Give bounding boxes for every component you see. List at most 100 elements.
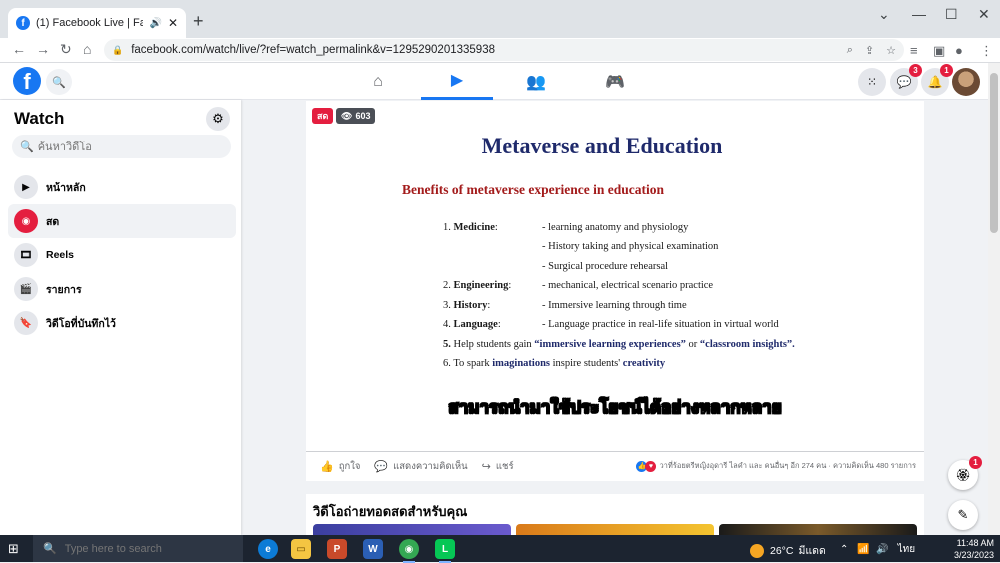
weather-desc: มีแดด xyxy=(798,545,826,557)
sidebar-item-shows[interactable]: 🎬 รายการ xyxy=(8,272,236,306)
slide-item-medicine: 1. Medicine: xyxy=(443,222,498,233)
slide-item-history-value: - Immersive learning through time xyxy=(542,300,687,311)
menu-grid-icon[interactable]: ⁙ xyxy=(858,68,886,96)
home-button[interactable]: ⌂ xyxy=(83,41,91,57)
new-tab-button[interactable]: + xyxy=(193,12,204,30)
video-action-bar: 👍 ถูกใจ 💬 แสดงความคิดเห็น ↪ แชร์ 👍 ♥ วาท… xyxy=(306,451,924,481)
page-scrollbar[interactable] xyxy=(988,63,1000,535)
live-videos-section: วิดีโอถ่ายทอดสดสำหรับคุณ xyxy=(306,494,924,535)
video-search-box[interactable]: 🔍 xyxy=(12,135,231,158)
word-icon[interactable]: W xyxy=(363,539,383,559)
scrollbar-thumb[interactable] xyxy=(990,73,998,233)
notifications-bell-icon[interactable]: 🔔 1 xyxy=(921,64,953,96)
close-window-button[interactable]: ✕ xyxy=(978,6,990,23)
reactions-text: วาที่ร้อยตรีหญิงอุดารี ไลคำ และ คนอื่นๆ … xyxy=(659,461,916,470)
settings-gear-icon[interactable]: ⚙ xyxy=(206,107,230,131)
video-thumbnail[interactable] xyxy=(516,524,714,535)
sidebar-item-label: Reels xyxy=(46,249,75,261)
chevron-up-icon[interactable]: ⌃ xyxy=(840,544,848,555)
bookmark-icon: 🔖 xyxy=(14,311,38,335)
viewer-count: 603 xyxy=(355,111,371,121)
back-button[interactable]: ← xyxy=(12,41,26,57)
minimize-button[interactable]: — xyxy=(912,6,926,22)
video-thumbnail[interactable] xyxy=(719,524,917,535)
weather-widget[interactable]: 26°C มีแดด xyxy=(750,542,826,559)
sidebar-item-reels[interactable]: 🎞 Reels xyxy=(8,238,236,272)
slide-subtitle: Benefits of metaverse experience in educ… xyxy=(402,182,665,197)
share-icon[interactable]: ⇪ xyxy=(865,44,874,57)
side-panel-icon[interactable]: ▣ xyxy=(933,43,945,59)
weather-temp: 26°C xyxy=(770,544,794,557)
sidebar-item-home[interactable]: ▶ หน้าหลัก xyxy=(8,170,236,204)
nav-home-icon[interactable]: ⌂ xyxy=(342,63,414,100)
comment-button[interactable]: 💬 แสดงความคิดเห็น xyxy=(374,459,467,474)
maximize-button[interactable]: ☐ xyxy=(945,6,958,23)
live-video-player[interactable]: สด 👁 603 Metaverse and Education Benefit… xyxy=(306,101,924,451)
facebook-favicon-icon: f xyxy=(16,16,30,30)
input-language[interactable]: ไทย xyxy=(898,544,915,555)
profile-icon[interactable]: ● xyxy=(955,43,963,58)
slide-item-history: 3. History: xyxy=(443,300,491,311)
facebook-logo[interactable]: f xyxy=(13,67,41,95)
love-reaction-icon: ♥ xyxy=(645,460,657,472)
search-icon: 🔍 xyxy=(43,543,57,555)
speaker-icon[interactable]: 🔊 xyxy=(149,18,161,29)
edge-icon[interactable]: e xyxy=(258,539,278,559)
nav-watch-icon[interactable]: ▶ xyxy=(421,63,493,100)
lock-icon[interactable]: 🔒 xyxy=(112,45,123,56)
network-icon[interactable]: 📶 xyxy=(857,544,869,555)
powerpoint-icon[interactable]: P xyxy=(327,539,347,559)
slide-item-medicine-value-2: - History taking and physical examinatio… xyxy=(542,241,719,252)
sidebar-item-label: สด xyxy=(46,215,60,228)
messenger-badge: 3 xyxy=(909,64,922,77)
video-thumbnail[interactable] xyxy=(313,524,511,535)
play-icon: ▶ xyxy=(14,175,38,199)
chat-contact-avatar[interactable]: 🏵 1 xyxy=(948,456,982,490)
slide-item-engineering: 2. Engineering: xyxy=(443,280,512,291)
slide-item-language-value: - Language practice in real-life situati… xyxy=(542,319,779,330)
close-tab-icon[interactable]: ✕ xyxy=(168,16,178,30)
video-caption: สามารถนำมาใช้ประโยชน์ได้อย่างหลากหลาย xyxy=(448,398,782,419)
thumbs-up-icon: 👍 xyxy=(320,461,334,473)
nav-gaming-icon[interactable]: 🎮 xyxy=(579,63,651,100)
reading-list-icon[interactable]: ≡ xyxy=(910,43,918,58)
reload-button[interactable]: ↻ xyxy=(60,41,72,58)
file-explorer-icon[interactable]: ▭ xyxy=(291,539,311,559)
sidebar-item-live[interactable]: ◉ สด xyxy=(8,204,236,238)
chrome-icon[interactable]: ◉ xyxy=(399,539,419,563)
share-button[interactable]: ↪ แชร์ xyxy=(482,459,514,474)
slide-item-language: 4. Language: xyxy=(443,319,501,330)
volume-icon[interactable]: 🔊 xyxy=(876,544,888,555)
nav-groups-icon[interactable]: 👥 xyxy=(500,63,572,100)
bookmark-star-icon[interactable]: ☆ xyxy=(886,44,896,57)
seal-icon: 🏵 xyxy=(955,468,971,482)
facebook-search-icon[interactable]: 🔍 xyxy=(46,69,72,95)
taskbar-clock[interactable]: 11:48 AM 3/23/2023 xyxy=(950,537,994,561)
address-toolbar: ← → ↻ ⌂ 🔒 facebook.com/watch/live/?ref=w… xyxy=(0,38,1000,63)
menu-dots-icon[interactable]: ⋮ xyxy=(980,43,993,59)
new-message-button[interactable]: ✎ xyxy=(948,500,978,530)
messenger-icon[interactable]: 💬 3 xyxy=(890,64,922,96)
windows-start-icon[interactable]: ⊞ xyxy=(8,541,19,557)
taskbar-search-input[interactable] xyxy=(64,542,215,555)
video-search-input[interactable] xyxy=(37,140,218,153)
forward-button[interactable]: → xyxy=(36,41,50,57)
search-icon: 🔍 xyxy=(20,141,34,153)
slide-item-medicine-value-3: - Surgical procedure rehearsal xyxy=(542,261,669,272)
viewer-count-badge: 👁 603 xyxy=(336,108,376,124)
taskbar-search-box[interactable]: 🔍 xyxy=(33,535,243,562)
url-text[interactable]: facebook.com/watch/live/?ref=watch_perma… xyxy=(131,44,835,56)
reactions-summary[interactable]: 👍 ♥ วาที่ร้อยตรีหญิงอุดารี ไลคำ และ คนอื… xyxy=(636,460,916,472)
notifications-badge: 1 xyxy=(940,64,953,77)
url-bar[interactable]: 🔒 facebook.com/watch/live/?ref=watch_per… xyxy=(104,39,904,61)
sidebar-title: Watch xyxy=(14,109,65,128)
tab-search-chevron-icon[interactable]: ⌄ xyxy=(878,6,890,23)
like-button[interactable]: 👍 ถูกใจ xyxy=(320,459,360,474)
zoom-icon[interactable]: ⌕ xyxy=(847,44,853,57)
sidebar-item-saved[interactable]: 🔖 วิดีโอที่บันทึกไว้ xyxy=(8,306,236,340)
browser-tab[interactable]: f (1) Facebook Live | Facebook 🔊 ✕ xyxy=(8,8,186,38)
account-avatar[interactable] xyxy=(952,68,980,96)
compose-icon: ✎ xyxy=(957,507,969,522)
system-tray[interactable]: ⌃ 📶 🔊 ไทย xyxy=(840,542,915,557)
line-app-icon[interactable]: L xyxy=(435,539,455,563)
